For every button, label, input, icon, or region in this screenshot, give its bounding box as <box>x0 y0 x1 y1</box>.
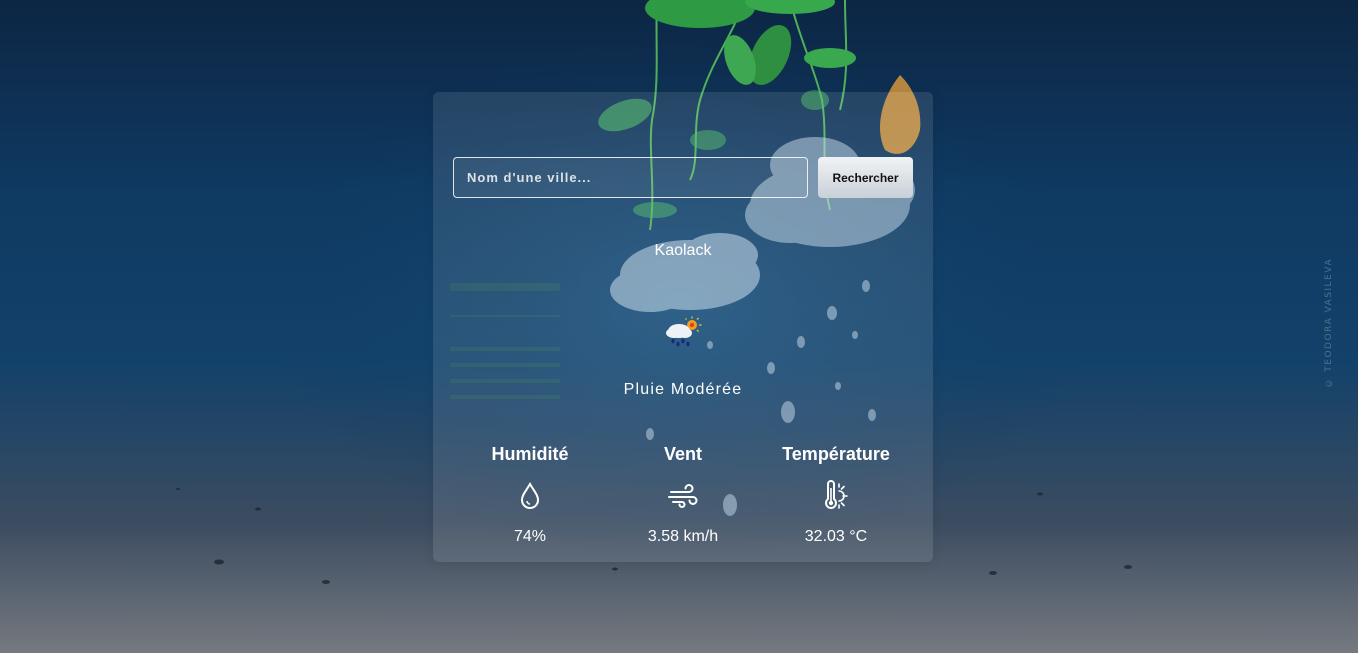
weather-description: Pluie Modérée <box>623 381 743 398</box>
rain-sun-cloud-icon <box>666 316 702 347</box>
search-button[interactable]: Rechercher <box>818 157 913 198</box>
wind-label: Vent <box>663 444 702 464</box>
humidity-stat: Humidité 74% <box>453 444 607 546</box>
city-search-input[interactable] <box>453 157 808 198</box>
water-drop-icon <box>520 481 540 509</box>
artist-credit: © TEODORA VASILEVA <box>1324 258 1334 388</box>
thermometer-sun-icon <box>825 480 848 509</box>
temperature-label: Température <box>782 444 890 464</box>
temperature-stat: Température 32.03 °C <box>759 444 913 546</box>
temperature-value: 32.03 °C <box>804 528 868 545</box>
search-bar: Rechercher <box>453 157 913 198</box>
wind-stat: Vent 3.58 km/h <box>606 444 760 546</box>
humidity-value: 74% <box>513 528 547 545</box>
wind-icon <box>668 484 698 508</box>
city-name: Kaolack <box>654 242 712 259</box>
wind-value: 3.58 km/h <box>647 528 719 545</box>
humidity-label: Humidité <box>491 444 569 464</box>
weather-card: Rechercher Kaolack Pluie Modérée Humidit… <box>433 92 933 562</box>
